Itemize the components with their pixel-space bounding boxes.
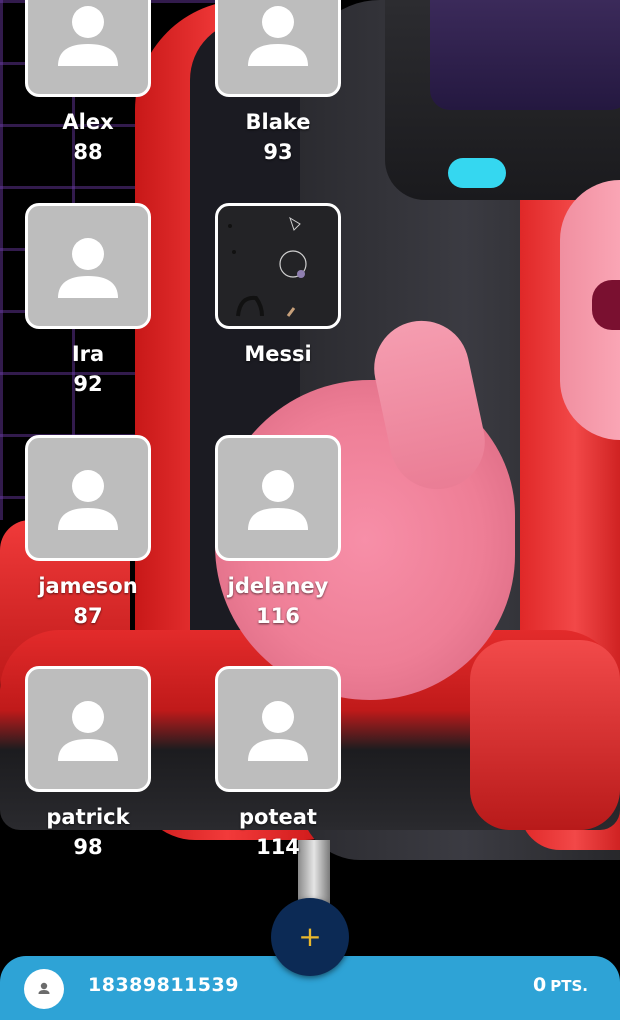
friend-name: Ira — [71, 342, 105, 366]
friend-score: 87 — [73, 604, 103, 628]
user-avatar-icon[interactable] — [24, 969, 64, 1009]
default-avatar-icon — [25, 0, 151, 97]
friend-tile[interactable]: Messi — [215, 203, 341, 369]
friend-name: poteat — [239, 805, 317, 829]
friend-score: 116 — [256, 604, 300, 628]
friend-tile[interactable]: Alex 88 — [25, 0, 151, 167]
friend-name: jdelaney — [227, 574, 329, 598]
default-avatar-icon — [215, 666, 341, 792]
friend-score: 93 — [263, 140, 293, 164]
points-value: 0 — [533, 974, 547, 996]
friend-tile[interactable]: Blake 93 — [215, 0, 341, 167]
friends-grid: Alex 88 Blake 93 Ira 92 Messi jameson 87… — [0, 0, 620, 900]
points-unit: PTS. — [550, 977, 588, 995]
friend-name: Alex — [62, 110, 114, 134]
avatar-photo — [215, 203, 341, 329]
friend-tile[interactable]: Ira 92 — [25, 203, 151, 399]
friend-score: 114 — [256, 835, 300, 859]
default-avatar-icon — [215, 0, 341, 97]
friend-name: Messi — [244, 342, 312, 366]
friend-score: 98 — [73, 835, 103, 859]
friend-name: jameson — [38, 574, 138, 598]
default-avatar-icon — [25, 666, 151, 792]
add-friend-button[interactable]: + — [271, 898, 349, 976]
friend-score: 92 — [73, 372, 103, 396]
friend-name: Blake — [245, 110, 311, 134]
friend-score: 88 — [73, 140, 103, 164]
plus-icon: + — [298, 920, 322, 953]
friend-tile[interactable]: poteat 114 — [215, 666, 341, 862]
friend-name: patrick — [46, 805, 130, 829]
default-avatar-icon — [215, 435, 341, 561]
friend-tile[interactable]: jameson 87 — [25, 435, 151, 631]
default-avatar-icon — [25, 435, 151, 561]
user-id-label: 18389811539 — [88, 974, 239, 996]
friend-tile[interactable]: jdelaney 116 — [215, 435, 341, 631]
default-avatar-icon — [25, 203, 151, 329]
friend-tile[interactable]: patrick 98 — [25, 666, 151, 862]
points-display: 0 PTS. — [533, 974, 588, 996]
